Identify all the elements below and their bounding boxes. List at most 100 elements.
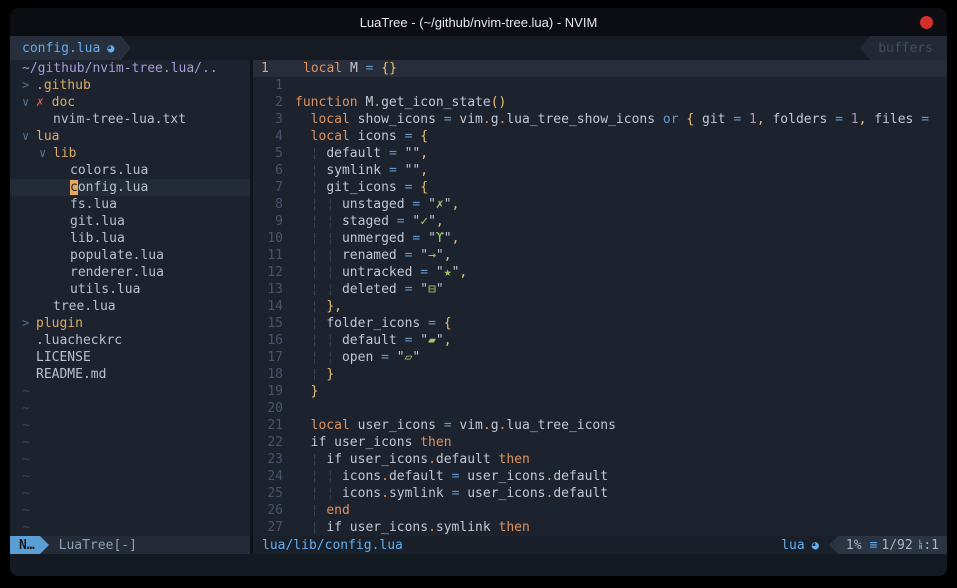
chevron-right-icon[interactable]: > (22, 315, 36, 332)
tree-row-nvim-tree-lua.txt[interactable]: nvim-tree-lua.txt (10, 111, 250, 128)
code-text: ¦ ¦ unmerged = "ϒ", (295, 230, 459, 247)
tree-row-lib.lua[interactable]: lib.lua (10, 230, 250, 247)
tree-item-label: doc (52, 94, 75, 111)
code-text: function M.get_icon_state() (295, 94, 506, 111)
line-number: 7 (253, 179, 295, 196)
line-number: 6 (253, 162, 295, 179)
tree-item-label: .github (36, 77, 91, 94)
chevron-down-icon[interactable]: ∨ (22, 94, 36, 111)
line-number: 11 (253, 247, 295, 264)
tree-row-LICENSE[interactable]: LICENSE (10, 349, 250, 366)
tree-item-label: lib.lua (70, 230, 125, 247)
code-text: local M = {} (303, 60, 397, 77)
code-line-6[interactable]: 5 ¦ default = "", (253, 145, 947, 162)
code-line-24[interactable]: 23 ¦ if user_icons.default then (253, 451, 947, 468)
code-text: ¦ } (295, 366, 334, 383)
nvim-tree-pane: ~/github/nvim-tree.lua/.. >.github∨✗ doc… (10, 60, 250, 536)
line-number: 1 (253, 60, 303, 77)
code-text: ¦ ¦ unstaged = "✗", (295, 196, 459, 213)
tree-tildes: ~~~~~~~~~ (10, 383, 250, 536)
tree-item-label: config.lua (70, 179, 148, 196)
tree-row-populate.lua[interactable]: populate.lua (10, 247, 250, 264)
code-line-4[interactable]: 3 local show_icons = vim.g.lua_tree_show… (253, 111, 947, 128)
tree-row-utils.lua[interactable]: utils.lua (10, 281, 250, 298)
empty-line-tilde: ~ (10, 519, 250, 536)
editor-main: ~/github/nvim-tree.lua/.. >.github∨✗ doc… (10, 60, 947, 536)
chevron-down-icon[interactable]: ∨ (22, 128, 36, 145)
line-number: 13 (253, 281, 295, 298)
tree-item-label: .luacheckrc (36, 332, 122, 349)
code-text: ¦ ¦ untracked = "★", (295, 264, 467, 281)
code-line-13[interactable]: 12 ¦ ¦ untracked = "★", (253, 264, 947, 281)
code-line-27[interactable]: 26 ¦ end (253, 502, 947, 519)
code-line-17[interactable]: 16 ¦ ¦ default = "▰", (253, 332, 947, 349)
buffers-label[interactable]: buffers (870, 36, 947, 60)
command-line[interactable] (10, 554, 947, 576)
line-number: 2 (253, 94, 295, 111)
code-line-7[interactable]: 6 ¦ symlink = "", (253, 162, 947, 179)
code-line-10[interactable]: 9 ¦ ¦ staged = "✓", (253, 213, 947, 230)
code-line-15[interactable]: 14 ¦ }, (253, 298, 947, 315)
empty-line-tilde: ~ (10, 400, 250, 417)
tree-row-.github[interactable]: >.github (10, 77, 250, 94)
code-line-14[interactable]: 13 ¦ ¦ deleted = "⊟" (253, 281, 947, 298)
code-line-25[interactable]: 24 ¦ ¦ icons.default = user_icons.defaul… (253, 468, 947, 485)
code-line-5[interactable]: 4 local icons = { (253, 128, 947, 145)
tree-row-renderer.lua[interactable]: renderer.lua (10, 264, 250, 281)
lines-icon: ≡ (870, 538, 878, 553)
line-number: 15 (253, 315, 295, 332)
lua-file-icon: ◕ (812, 538, 819, 552)
line-number: 5 (253, 145, 295, 162)
tree-row-tree.lua[interactable]: tree.lua (10, 298, 250, 315)
tree-row-plugin[interactable]: >plugin (10, 315, 250, 332)
code-line-23[interactable]: 22 if user_icons then (253, 434, 947, 451)
code-line-9[interactable]: 8 ¦ ¦ unstaged = "✗", (253, 196, 947, 213)
code-line-12[interactable]: 11 ¦ ¦ renamed = "→", (253, 247, 947, 264)
line-number: 1 (253, 77, 295, 94)
tabline: config.lua ◕ buffers (10, 36, 947, 60)
tree-item-label: colors.lua (70, 162, 148, 179)
code-text: ¦ if user_icons.symlink then (295, 519, 530, 536)
code-line-1[interactable]: 1local M = {} (253, 60, 947, 77)
tab-config-lua[interactable]: config.lua ◕ (10, 36, 121, 60)
statusline-filename: lua/lib/config.lua (262, 538, 403, 553)
tree-item-label: nvim-tree-lua.txt (53, 111, 186, 128)
tree-row-lua[interactable]: ∨lua (10, 128, 250, 145)
code-line-22[interactable]: 21 local user_icons = vim.g.lua_tree_ico… (253, 417, 947, 434)
code-line-28[interactable]: 27 ¦ if user_icons.symlink then (253, 519, 947, 536)
code-line-16[interactable]: 15 ¦ folder_icons = { (253, 315, 947, 332)
code-text: ¦ git_icons = { (295, 179, 428, 196)
code-line-20[interactable]: 19 } (253, 383, 947, 400)
chevron-right-icon[interactable]: > (22, 77, 36, 94)
code-line-11[interactable]: 10 ¦ ¦ unmerged = "ϒ", (253, 230, 947, 247)
tree-row-git.lua[interactable]: git.lua (10, 213, 250, 230)
tree-root-path[interactable]: ~/github/nvim-tree.lua/.. (10, 60, 250, 77)
code-line-26[interactable]: 25 ¦ ¦ icons.symlink = user_icons.defaul… (253, 485, 947, 502)
tree-row-lib[interactable]: ∨lib (10, 145, 250, 162)
tree-row-fs.lua[interactable]: fs.lua (10, 196, 250, 213)
scroll-percent: 1% (846, 538, 862, 553)
code-line-2[interactable]: 1 (253, 77, 947, 94)
tree-row-README.md[interactable]: README.md (10, 366, 250, 383)
statusline-filetype: lua ◕ (781, 538, 829, 553)
record-indicator-icon[interactable] (920, 16, 933, 29)
code-line-19[interactable]: 18 ¦ } (253, 366, 947, 383)
chevron-down-icon[interactable]: ∨ (39, 145, 53, 162)
code-text: ¦ ¦ renamed = "→", (295, 247, 452, 264)
code-line-8[interactable]: 7 ¦ git_icons = { (253, 179, 947, 196)
tree-row-.luacheckrc[interactable]: .luacheckrc (10, 332, 250, 349)
code-line-21[interactable]: 20 (253, 400, 947, 417)
code-text: ¦ ¦ open = "▱" (295, 349, 420, 366)
code-line-3[interactable]: 2function M.get_icon_state() (253, 94, 947, 111)
window-titlebar: LuaTree - (~/github/nvim-tree.lua) - NVI… (10, 8, 947, 36)
line-position: 1/92 (881, 538, 912, 553)
code-line-18[interactable]: 17 ¦ ¦ open = "▱" (253, 349, 947, 366)
tab-label: config.lua (22, 41, 100, 56)
code-text: ¦ ¦ default = "▰", (295, 332, 452, 349)
tree-cursor: c (70, 180, 78, 195)
mode-badge: N… (10, 536, 40, 554)
tree-row-colors.lua[interactable]: colors.lua (10, 162, 250, 179)
tree-row-doc[interactable]: ∨✗ doc (10, 94, 250, 111)
tree-item-label: lua (36, 128, 59, 145)
tree-row-config.lua[interactable]: config.lua (10, 179, 250, 196)
